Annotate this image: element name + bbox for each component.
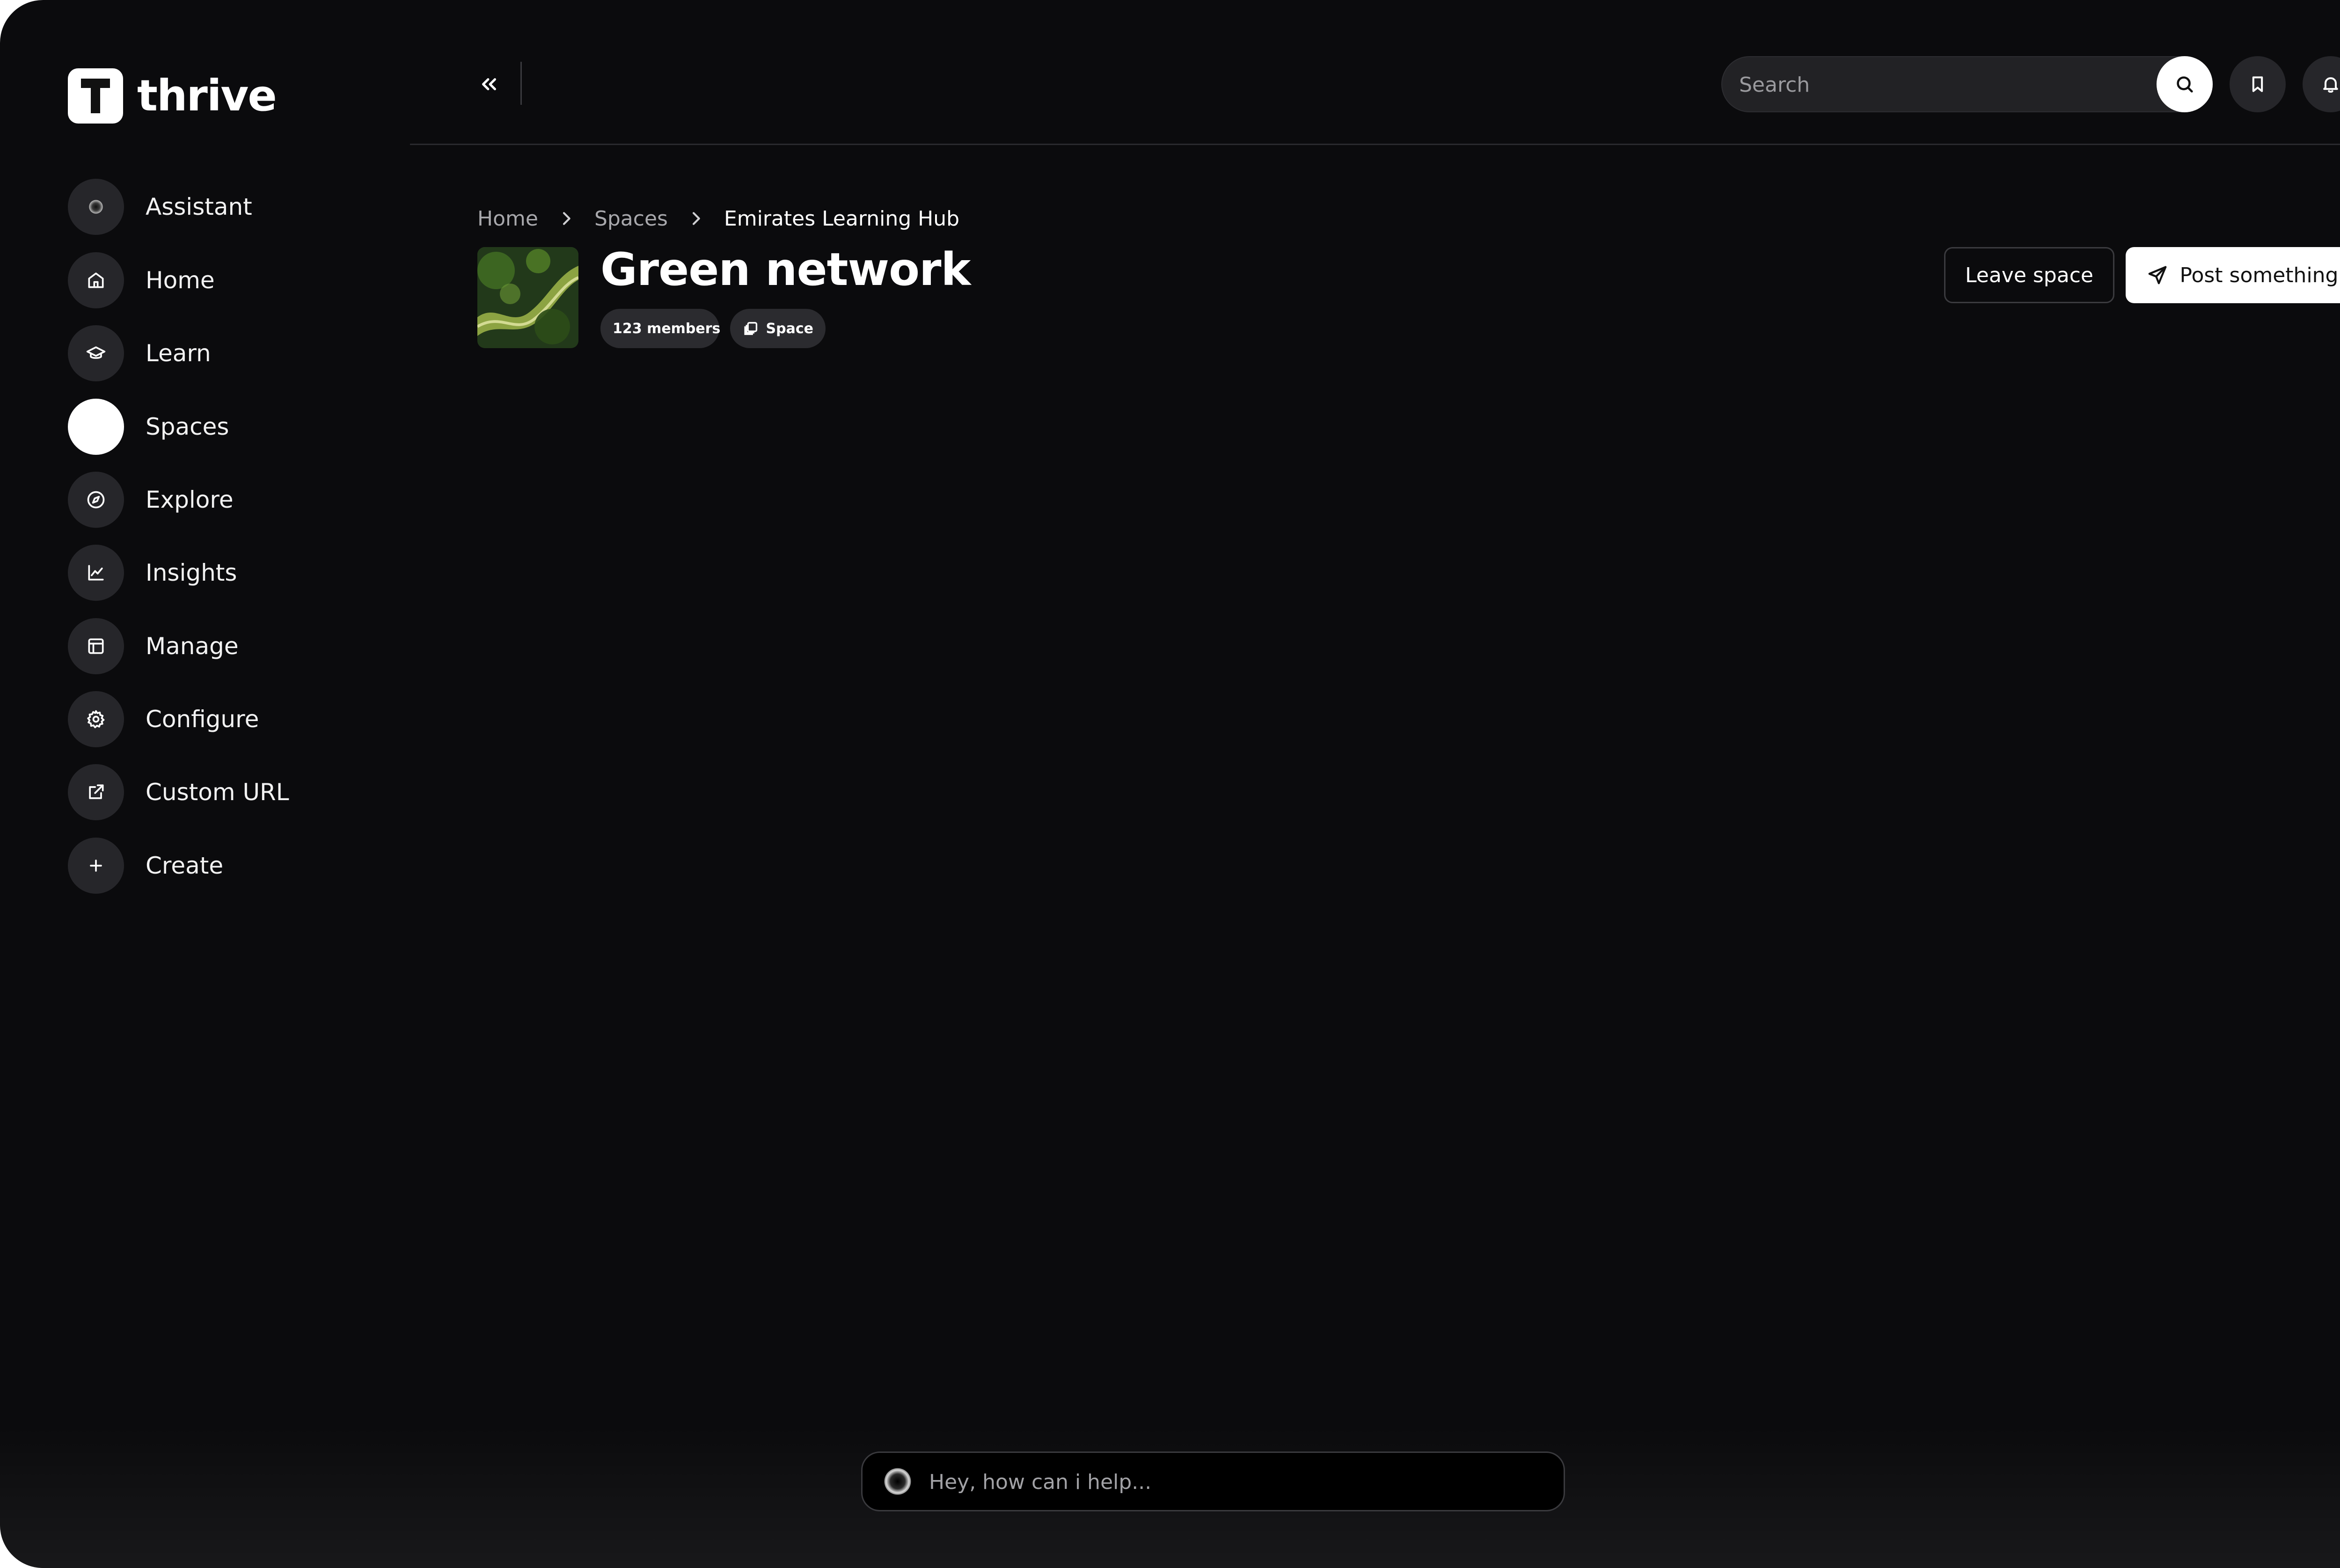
search-button[interactable] bbox=[2157, 56, 2213, 112]
members-count-label: 123 members bbox=[613, 320, 721, 337]
space-cover-image bbox=[477, 247, 578, 348]
double-chevron-left-icon bbox=[482, 78, 496, 90]
space-type-chip: Space bbox=[730, 309, 826, 348]
sidebar-item-label: Insights bbox=[146, 559, 237, 586]
header-separator bbox=[410, 144, 2340, 145]
external-link-icon bbox=[68, 764, 124, 820]
bookmark-icon bbox=[2252, 76, 2263, 92]
sidebar-item-manage[interactable]: Manage bbox=[68, 618, 358, 674]
search-input[interactable] bbox=[1738, 57, 2152, 112]
home-icon bbox=[68, 252, 124, 308]
assistant-input[interactable] bbox=[928, 1453, 1548, 1511]
sidebar-item-label: Create bbox=[146, 852, 224, 879]
line-chart-icon bbox=[68, 545, 124, 601]
chevron-right-icon bbox=[563, 212, 570, 225]
post-something-label: Post something bbox=[2179, 263, 2339, 287]
header-divider bbox=[520, 62, 522, 105]
assistant-prompt-bar bbox=[861, 1451, 1565, 1511]
post-something-button[interactable]: Post something bbox=[2126, 247, 2340, 303]
sidebar-item-assistant[interactable]: Assistant bbox=[68, 179, 358, 235]
sidebar-item-spaces[interactable]: Spaces bbox=[68, 399, 358, 455]
search-icon bbox=[2177, 76, 2193, 93]
layout-icon bbox=[68, 618, 124, 674]
sidebar-item-label: Manage bbox=[146, 633, 239, 660]
sidebar-item-custom-url[interactable]: Custom URL bbox=[68, 764, 358, 820]
chevron-right-icon bbox=[692, 212, 700, 225]
sidebar-item-learn[interactable]: Learn bbox=[68, 325, 358, 381]
assistant-orb-icon bbox=[884, 1468, 911, 1495]
plus-icon bbox=[68, 838, 124, 894]
breadcrumb-current: Emirates Learning Hub bbox=[724, 206, 960, 231]
compass-icon bbox=[68, 472, 124, 528]
sidebar-item-configure[interactable]: Configure bbox=[68, 691, 358, 747]
breadcrumb-spaces[interactable]: Spaces bbox=[594, 207, 668, 231]
spaces-icon bbox=[68, 399, 124, 455]
sidebar-item-insights[interactable]: Insights bbox=[68, 545, 358, 601]
sidebar-item-explore[interactable]: Explore bbox=[68, 472, 358, 528]
bookmarks-button[interactable] bbox=[2230, 56, 2286, 112]
sidebar-item-label: Home bbox=[146, 267, 215, 294]
breadcrumb-home[interactable]: Home bbox=[477, 207, 538, 231]
app-name: thrive bbox=[137, 71, 277, 121]
sidebar-item-create[interactable]: Create bbox=[68, 838, 358, 894]
sidebar-item-label: Configure bbox=[146, 706, 259, 733]
app-logo[interactable]: thrive bbox=[68, 68, 277, 124]
sidebar-item-label: Custom URL bbox=[146, 779, 289, 806]
graduation-cap-icon bbox=[68, 325, 124, 381]
sidebar-item-label: Assistant bbox=[146, 193, 252, 220]
logo-mark-icon bbox=[68, 68, 123, 124]
collapse-sidebar-button[interactable] bbox=[470, 66, 508, 103]
leave-space-label: Leave space bbox=[1965, 263, 2093, 287]
space-type-label: Space bbox=[766, 320, 813, 337]
sidebar-item-label: Spaces bbox=[146, 413, 229, 440]
search-bar bbox=[1721, 56, 2213, 112]
copy-icon bbox=[744, 322, 758, 335]
sidebar-item-label: Explore bbox=[146, 486, 234, 513]
gear-icon bbox=[68, 691, 124, 747]
members-count-chip[interactable]: 123 members bbox=[600, 309, 721, 348]
bell-icon bbox=[2323, 77, 2338, 93]
app-window: thrive Assistant Home Learn Spaces Explo… bbox=[0, 0, 2340, 1568]
assistant-orb-icon bbox=[68, 179, 124, 235]
sidebar-item-label: Learn bbox=[146, 340, 211, 367]
leave-space-button[interactable]: Leave space bbox=[1944, 247, 2114, 303]
notifications-button[interactable] bbox=[2303, 56, 2340, 112]
space-title: Green network bbox=[600, 243, 971, 296]
breadcrumb: Home Spaces Emirates Learning Hub bbox=[477, 202, 959, 235]
send-icon bbox=[2149, 266, 2167, 284]
sidebar-item-home[interactable]: Home bbox=[68, 252, 358, 308]
